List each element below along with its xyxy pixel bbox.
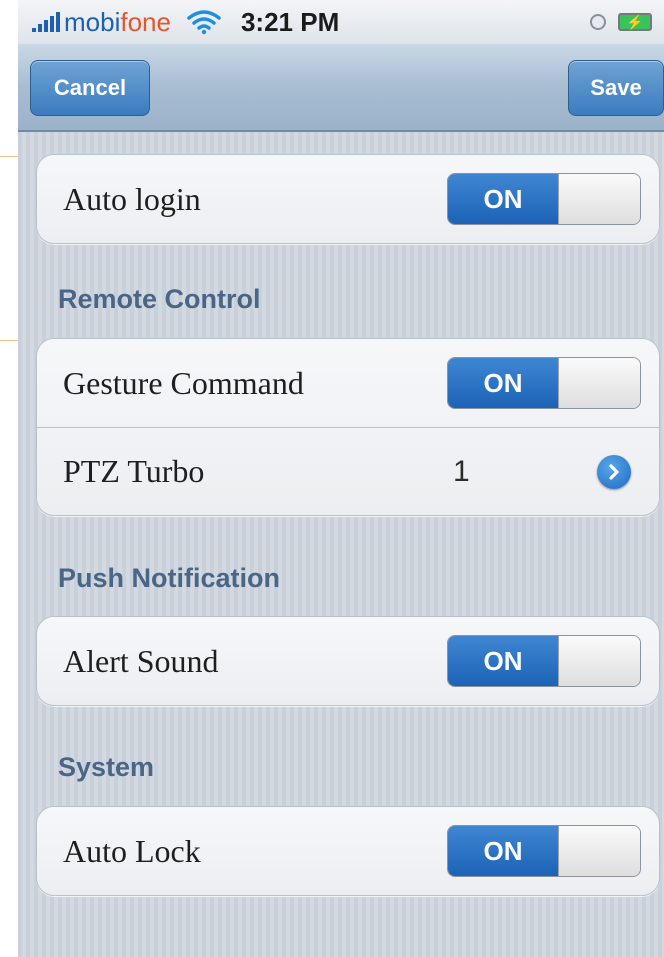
auto-login-toggle-on: ON bbox=[448, 174, 558, 224]
battery-charging-icon: ⚡ bbox=[618, 13, 652, 31]
gesture-command-row: Gesture Command ON bbox=[37, 339, 659, 427]
auto-lock-label: Auto Lock bbox=[63, 832, 201, 869]
gesture-command-label: Gesture Command bbox=[63, 364, 304, 401]
ptz-turbo-value: 1 bbox=[453, 454, 470, 488]
carrier-name: mobifone bbox=[64, 7, 171, 38]
push-notification-group: Alert Sound ON bbox=[36, 616, 660, 706]
ptz-turbo-label: PTZ Turbo bbox=[63, 453, 205, 489]
general-group: Auto login ON bbox=[36, 154, 660, 244]
signal-bars-icon bbox=[32, 12, 60, 32]
remote-control-group: Gesture Command ON PTZ Turbo 1 bbox=[36, 338, 660, 516]
cancel-button[interactable]: Cancel bbox=[30, 60, 150, 116]
gesture-command-toggle[interactable]: ON bbox=[447, 357, 641, 409]
margin-tick-bottom bbox=[0, 340, 18, 341]
alert-sound-toggle[interactable]: ON bbox=[447, 635, 641, 687]
settings-screen: mobifone 3:21 PM ⚡ Cancel Save Auto logi… bbox=[18, 0, 664, 957]
save-button[interactable]: Save bbox=[568, 60, 664, 116]
auto-lock-toggle[interactable]: ON bbox=[447, 825, 641, 877]
ptz-turbo-row[interactable]: PTZ Turbo 1 bbox=[37, 427, 659, 515]
status-time: 3:21 PM bbox=[240, 6, 340, 37]
auto-login-toggle[interactable]: ON bbox=[447, 173, 641, 225]
alert-sound-label: Alert Sound bbox=[63, 642, 219, 679]
navigation-bar: Cancel Save bbox=[18, 44, 664, 132]
auto-lock-toggle-on: ON bbox=[448, 826, 558, 876]
rotation-lock-icon bbox=[590, 14, 606, 30]
chevron-right-icon[interactable] bbox=[597, 455, 631, 489]
system-group: Auto Lock ON bbox=[36, 806, 660, 896]
status-bar: mobifone 3:21 PM ⚡ bbox=[18, 0, 664, 44]
system-header: System bbox=[58, 752, 155, 782]
push-notification-header: Push Notification bbox=[58, 563, 280, 593]
gesture-command-toggle-on: ON bbox=[448, 358, 558, 408]
carrier-suffix: fone bbox=[120, 6, 171, 37]
auto-login-toggle-knob bbox=[558, 174, 640, 224]
auto-login-row: Auto login ON bbox=[37, 155, 659, 243]
alert-sound-toggle-knob bbox=[558, 636, 640, 686]
auto-login-label: Auto login bbox=[63, 180, 201, 217]
carrier-prefix: mobi bbox=[64, 6, 121, 37]
auto-lock-row: Auto Lock ON bbox=[37, 807, 659, 895]
wifi-icon bbox=[187, 10, 221, 35]
gesture-command-toggle-knob bbox=[558, 358, 640, 408]
alert-sound-row: Alert Sound ON bbox=[37, 617, 659, 705]
auto-lock-toggle-knob bbox=[558, 826, 640, 876]
remote-control-header: Remote Control bbox=[58, 284, 261, 314]
margin-tick-top bbox=[0, 156, 18, 157]
alert-sound-toggle-on: ON bbox=[448, 636, 558, 686]
